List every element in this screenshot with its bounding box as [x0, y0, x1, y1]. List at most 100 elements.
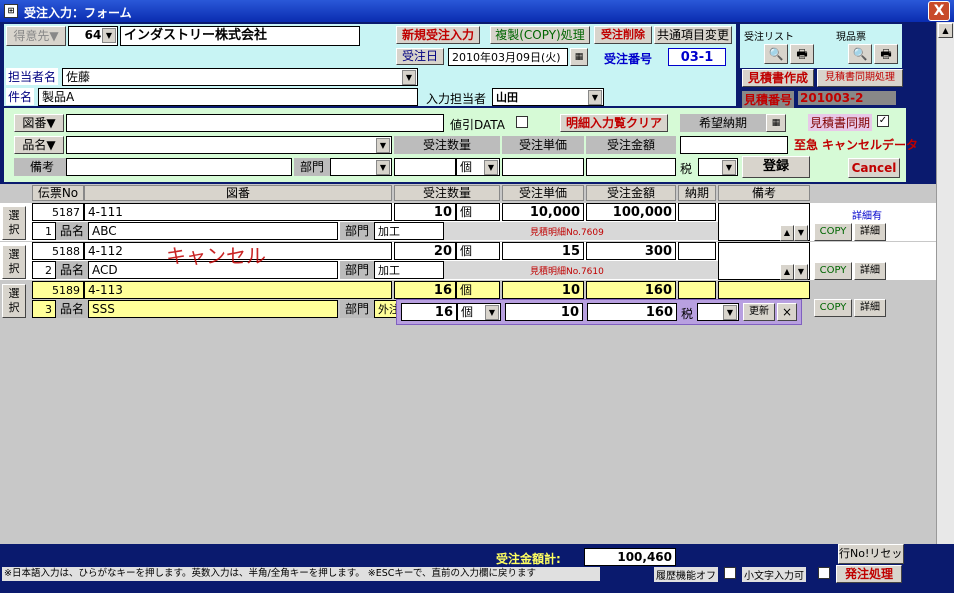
estimate-create-button[interactable]: 見積書作成	[742, 69, 814, 87]
product-name[interactable]: SSS	[88, 300, 338, 318]
calendar-icon[interactable]: ▦	[570, 48, 588, 66]
desired-delivery-input[interactable]	[680, 136, 788, 154]
preview-icon[interactable]: 🔍	[764, 44, 788, 64]
unit-value[interactable]: 個	[456, 242, 500, 260]
product-name-button[interactable]: 品名▼	[14, 136, 64, 154]
header-panel: 得意先▼ 64 ▼ インダストリー株式会社 新規受注入力 複製(COPY)処理 受…	[4, 24, 736, 106]
remarks-value[interactable]	[718, 281, 810, 299]
delivery-value[interactable]	[678, 203, 716, 221]
copy-row-button[interactable]: COPY	[814, 299, 852, 317]
chevron-down-icon[interactable]: ▼	[588, 90, 602, 105]
unit-value[interactable]: 個	[456, 281, 500, 299]
calendar-icon[interactable]: ▦	[766, 114, 786, 132]
chevron-down-icon[interactable]: ▼	[485, 305, 499, 320]
chevron-down-icon[interactable]: ▼	[402, 70, 416, 85]
edit-tax-select[interactable]: ▼	[697, 303, 739, 321]
customer-name-input[interactable]: インダストリー株式会社	[120, 26, 360, 46]
select-row-button[interactable]: 選択	[2, 245, 26, 279]
copy-row-button[interactable]: COPY	[814, 223, 852, 241]
chevron-down-icon[interactable]: ▼	[376, 160, 390, 175]
common-change-button[interactable]: 共通項目変更	[654, 26, 732, 44]
amount-input[interactable]	[586, 158, 676, 176]
select-row-button[interactable]: 選択	[2, 284, 26, 318]
qty-value[interactable]: 10	[394, 203, 456, 221]
edit-qty-input[interactable]: 16	[401, 303, 457, 321]
col-header-drawing: 図番	[84, 185, 392, 201]
select-row-button[interactable]: 選択	[2, 206, 26, 240]
history-off-checkbox[interactable]	[724, 567, 736, 579]
price-data-checkbox[interactable]	[516, 116, 528, 128]
amount-value[interactable]: 100,000	[586, 203, 676, 221]
cancel-button[interactable]: Cancel	[848, 158, 900, 178]
move-down-icon[interactable]: ▼	[794, 264, 808, 280]
customer-select-button[interactable]: 得意先▼	[6, 26, 66, 46]
person-select[interactable]: 佐藤 ▼	[62, 68, 418, 86]
close-icon[interactable]: ×	[777, 303, 797, 321]
chevron-down-icon[interactable]: ▼	[102, 28, 116, 43]
copy-process-button[interactable]: 複製(COPY)処理	[490, 26, 590, 44]
dept-value[interactable]: 外注	[374, 300, 398, 318]
estimate-sync-checkbox[interactable]: ✓	[877, 115, 889, 127]
chevron-down-icon[interactable]: ▼	[722, 160, 736, 175]
remarks-input[interactable]	[66, 158, 292, 176]
dept-label: 部門	[294, 158, 330, 176]
qty-value[interactable]: 16	[394, 281, 456, 299]
unit-value[interactable]: 個	[456, 203, 500, 221]
delivery-value[interactable]	[678, 242, 716, 260]
move-down-icon[interactable]: ▼	[794, 225, 808, 241]
detail-row-button[interactable]: 詳細	[854, 299, 886, 317]
edit-price-input[interactable]: 10	[505, 303, 583, 321]
product-name-select[interactable]: ▼	[66, 136, 392, 154]
col-header-amount: 受注金額	[586, 185, 676, 201]
estimate-sync-button[interactable]: 見積書同期処理	[817, 69, 903, 87]
print-icon[interactable]: 🖶	[790, 44, 814, 64]
price-value[interactable]: 10,000	[502, 203, 584, 221]
customer-code-input[interactable]: 64 ▼	[68, 26, 118, 46]
chevron-down-icon[interactable]: ▼	[376, 138, 390, 153]
slip-no: 5189	[32, 281, 84, 299]
delivery-value[interactable]	[678, 281, 716, 299]
row-reset-button[interactable]: 行No!リセット	[838, 544, 904, 564]
drawing-no-button[interactable]: 図番▼	[14, 114, 64, 132]
price-value[interactable]: 15	[502, 242, 584, 260]
scroll-up-icon[interactable]: ▲	[938, 23, 953, 38]
input-person-select[interactable]: 山田 ▼	[492, 88, 604, 106]
chevron-down-icon[interactable]: ▼	[723, 305, 737, 320]
qty-value[interactable]: 20	[394, 242, 456, 260]
edit-amount-input[interactable]: 160	[587, 303, 677, 321]
dept-value[interactable]: 加工	[374, 222, 444, 240]
detail-clear-button[interactable]: 明細入力覧クリア	[560, 114, 668, 132]
drawing-no[interactable]: 4-113	[84, 281, 392, 299]
unit-select[interactable]: 個 ▼	[456, 158, 500, 176]
delete-order-button[interactable]: 受注削除	[594, 26, 652, 44]
vertical-scrollbar[interactable]: ▲ ▼	[936, 22, 954, 566]
unit-price-input[interactable]	[502, 158, 584, 176]
qty-input[interactable]	[394, 158, 456, 176]
register-button[interactable]: 登録	[742, 156, 810, 178]
order-date-input[interactable]: 2010年03月09日(火)	[448, 48, 568, 66]
price-value[interactable]: 10	[502, 281, 584, 299]
tax-select[interactable]: ▼	[698, 158, 738, 176]
edit-unit-select[interactable]: 個 ▼	[457, 303, 501, 321]
lowercase-checkbox[interactable]	[818, 567, 830, 579]
new-order-button[interactable]: 新規受注入力	[396, 26, 480, 44]
subject-input[interactable]: 製品A	[38, 88, 418, 106]
amount-value[interactable]: 300	[586, 242, 676, 260]
drawing-no[interactable]: 4-111	[84, 203, 392, 221]
update-button[interactable]: 更新	[743, 303, 775, 321]
dept-value[interactable]: 加工	[374, 261, 444, 279]
chevron-down-icon[interactable]: ▼	[484, 160, 498, 175]
dept-select[interactable]: ▼	[330, 158, 392, 176]
preview-icon[interactable]: 🔍	[848, 44, 872, 64]
amount-value[interactable]: 160	[586, 281, 676, 299]
detail-row-button[interactable]: 詳細	[854, 223, 886, 241]
move-up-icon[interactable]: ▲	[780, 225, 794, 241]
move-up-icon[interactable]: ▲	[780, 264, 794, 280]
detail-row-button[interactable]: 詳細	[854, 262, 886, 280]
close-window-button[interactable]: X	[928, 1, 950, 21]
product-name[interactable]: ABC	[88, 222, 338, 240]
print-icon[interactable]: 🖶	[874, 44, 898, 64]
drawing-no-input[interactable]	[66, 114, 444, 132]
copy-row-button[interactable]: COPY	[814, 262, 852, 280]
order-process-button[interactable]: 発注処理	[836, 565, 902, 583]
